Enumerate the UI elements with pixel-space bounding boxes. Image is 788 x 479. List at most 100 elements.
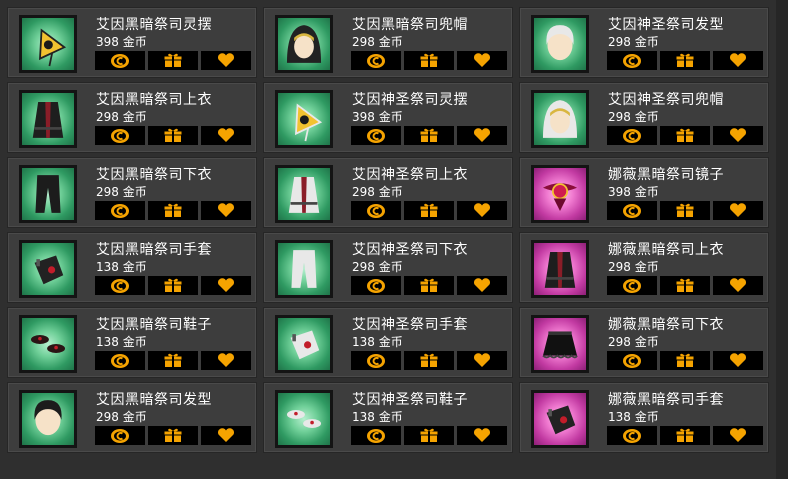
- shop-item-card[interactable]: 艾因神圣祭司兜帽 298 金币: [519, 82, 769, 153]
- buy-button[interactable]: [607, 426, 657, 445]
- hairstyle-icon: [546, 25, 574, 61]
- shop-item-card[interactable]: 艾因黑暗祭司兜帽 298 金币: [263, 7, 513, 78]
- item-thumbnail[interactable]: [19, 165, 77, 223]
- wishlist-button[interactable]: [713, 351, 763, 370]
- shop-item-card[interactable]: 娜薇黑暗祭司下衣 298 金币: [519, 307, 769, 378]
- wishlist-button[interactable]: [457, 351, 507, 370]
- gift-button[interactable]: [148, 426, 198, 445]
- shop-item-card[interactable]: 艾因神圣祭司上衣 298 金币: [263, 157, 513, 228]
- wishlist-button[interactable]: [201, 426, 251, 445]
- gift-button[interactable]: [148, 126, 198, 145]
- shop-item-card[interactable]: 艾因黑暗祭司发型 298 金币: [7, 382, 257, 453]
- item-thumbnail[interactable]: [531, 315, 589, 373]
- gift-button[interactable]: [660, 201, 710, 220]
- shop-item-card[interactable]: 艾因神圣祭司手套 138 金币: [263, 307, 513, 378]
- buy-button[interactable]: [607, 126, 657, 145]
- buy-button[interactable]: [351, 51, 401, 70]
- buy-button[interactable]: [95, 201, 145, 220]
- shop-item-card[interactable]: 艾因黑暗祭司灵摆 398 金币: [7, 7, 257, 78]
- wishlist-button[interactable]: [713, 201, 763, 220]
- buy-button[interactable]: [351, 276, 401, 295]
- shop-item-card[interactable]: 艾因神圣祭司鞋子 138 金币: [263, 382, 513, 453]
- wishlist-button[interactable]: [201, 201, 251, 220]
- item-thumbnail[interactable]: [19, 240, 77, 298]
- item-price: 298 金币: [608, 260, 659, 274]
- wishlist-button[interactable]: [713, 126, 763, 145]
- buy-button[interactable]: [607, 51, 657, 70]
- buy-button[interactable]: [95, 126, 145, 145]
- buy-button[interactable]: [95, 276, 145, 295]
- shop-item-card[interactable]: 艾因黑暗祭司手套 138 金币: [7, 232, 257, 303]
- item-thumbnail[interactable]: [275, 15, 333, 73]
- shop-item-card[interactable]: 艾因神圣祭司发型 298 金币: [519, 7, 769, 78]
- item-thumbnail[interactable]: [275, 165, 333, 223]
- gift-button[interactable]: [404, 351, 454, 370]
- gift-button[interactable]: [148, 51, 198, 70]
- buy-button[interactable]: [351, 426, 401, 445]
- wishlist-button[interactable]: [457, 276, 507, 295]
- wishlist-button[interactable]: [713, 51, 763, 70]
- gift-button[interactable]: [660, 51, 710, 70]
- buy-button[interactable]: [95, 426, 145, 445]
- gift-button[interactable]: [148, 351, 198, 370]
- shop-item-card[interactable]: 娜薇黑暗祭司镜子 398 金币: [519, 157, 769, 228]
- item-thumbnail[interactable]: [531, 165, 589, 223]
- shop-item-card[interactable]: 艾因黑暗祭司上衣 298 金币: [7, 82, 257, 153]
- wishlist-button[interactable]: [201, 276, 251, 295]
- buy-button[interactable]: [607, 351, 657, 370]
- gold-coin-icon: [623, 53, 641, 68]
- wishlist-button[interactable]: [457, 426, 507, 445]
- item-thumbnail[interactable]: [19, 390, 77, 448]
- item-thumbnail[interactable]: [19, 90, 77, 148]
- shop-item-card[interactable]: 艾因神圣祭司灵摆 398 金币: [263, 82, 513, 153]
- buy-button[interactable]: [351, 201, 401, 220]
- gift-button[interactable]: [660, 126, 710, 145]
- shop-item-card[interactable]: 娜薇黑暗祭司手套 138 金币: [519, 382, 769, 453]
- item-thumbnail[interactable]: [19, 315, 77, 373]
- wishlist-button[interactable]: [457, 126, 507, 145]
- shop-item-card[interactable]: 艾因黑暗祭司下衣 298 金币: [7, 157, 257, 228]
- item-thumbnail[interactable]: [275, 90, 333, 148]
- buy-button[interactable]: [607, 201, 657, 220]
- gift-button[interactable]: [404, 51, 454, 70]
- item-thumbnail[interactable]: [275, 315, 333, 373]
- item-price: 138 金币: [96, 335, 147, 349]
- gift-button[interactable]: [660, 276, 710, 295]
- item-thumbnail[interactable]: [531, 240, 589, 298]
- wishlist-button[interactable]: [201, 51, 251, 70]
- shop-item-card[interactable]: 艾因神圣祭司下衣 298 金币: [263, 232, 513, 303]
- item-thumbnail[interactable]: [19, 15, 77, 73]
- shop-item-card[interactable]: 艾因黑暗祭司鞋子 138 金币: [7, 307, 257, 378]
- scrollbar-track[interactable]: [776, 0, 788, 479]
- gift-button[interactable]: [148, 276, 198, 295]
- gift-button[interactable]: [660, 351, 710, 370]
- wishlist-button[interactable]: [457, 201, 507, 220]
- wishlist-button[interactable]: [201, 351, 251, 370]
- buy-button[interactable]: [95, 51, 145, 70]
- wishlist-button[interactable]: [457, 51, 507, 70]
- item-actions: [607, 351, 763, 370]
- buy-button[interactable]: [607, 276, 657, 295]
- item-name: 艾因黑暗祭司发型: [96, 392, 212, 408]
- item-thumbnail[interactable]: [275, 240, 333, 298]
- buy-button[interactable]: [95, 351, 145, 370]
- gift-button[interactable]: [404, 126, 454, 145]
- gift-button[interactable]: [148, 201, 198, 220]
- item-thumbnail[interactable]: [275, 390, 333, 448]
- buy-button[interactable]: [351, 351, 401, 370]
- gift-button[interactable]: [404, 276, 454, 295]
- wishlist-button[interactable]: [201, 126, 251, 145]
- item-thumbnail[interactable]: [531, 390, 589, 448]
- gift-button[interactable]: [404, 201, 454, 220]
- item-price: 298 金币: [352, 260, 403, 274]
- item-thumbnail[interactable]: [531, 90, 589, 148]
- item-thumbnail[interactable]: [531, 15, 589, 73]
- wishlist-button[interactable]: [713, 276, 763, 295]
- gift-button[interactable]: [660, 426, 710, 445]
- item-name: 艾因神圣祭司兜帽: [608, 92, 724, 108]
- gift-button[interactable]: [404, 426, 454, 445]
- shop-item-card[interactable]: 娜薇黑暗祭司上衣 298 金币: [519, 232, 769, 303]
- wishlist-button[interactable]: [713, 426, 763, 445]
- heart-icon: [218, 53, 234, 67]
- buy-button[interactable]: [351, 126, 401, 145]
